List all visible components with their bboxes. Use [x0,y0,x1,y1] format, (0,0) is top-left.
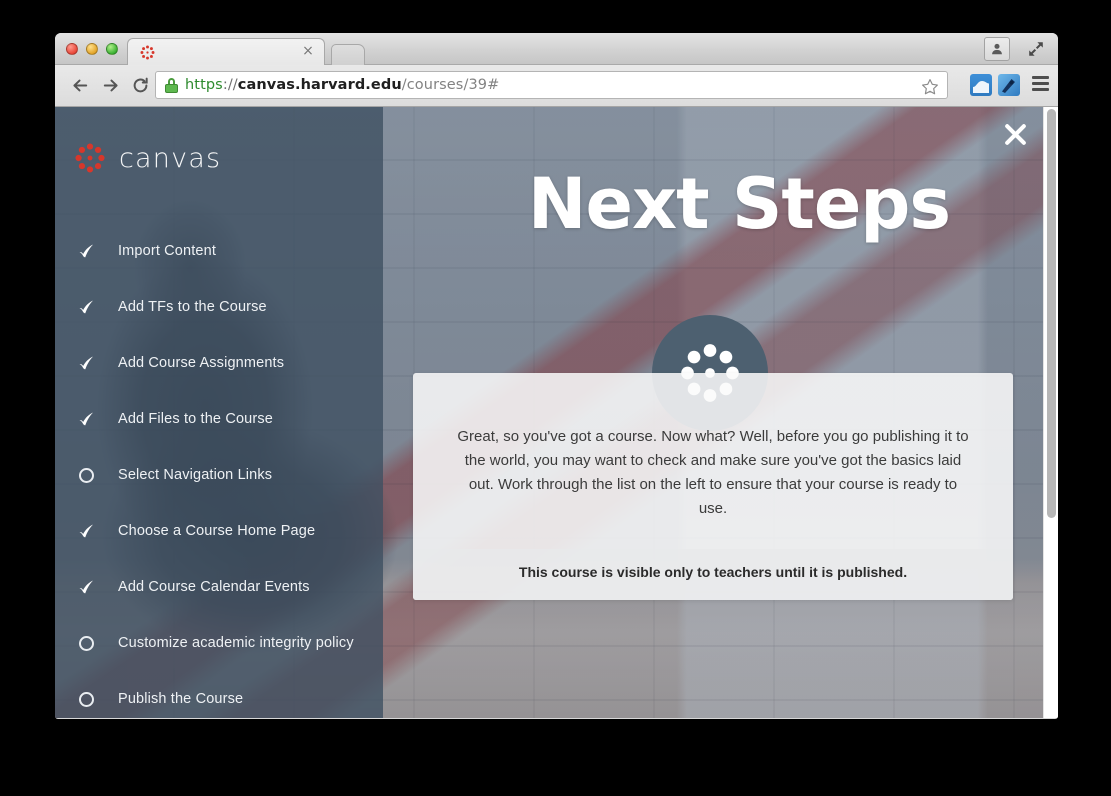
fullscreen-arrows-icon[interactable] [1026,39,1046,59]
checklist-item[interactable]: Publish the Course [55,671,383,718]
url-separator: :// [222,77,238,93]
checklist-item-label: Add TFs to the Course [118,299,267,315]
info-panel-body: Great, so you've got a course. Now what?… [457,428,969,517]
reload-button[interactable] [125,71,155,101]
forward-button[interactable] [95,71,125,101]
window-title-bar: × [55,33,1058,66]
url-path: /courses/39# [401,77,500,93]
page-scrollbar-thumb[interactable] [1047,109,1056,518]
canvas-brand-text: canvas [119,142,222,174]
publish-notice: This course is visible only to teachers … [413,549,1013,600]
checklist-item-label: Import Content [118,243,217,259]
checklist-item[interactable]: Add Course Calendar Events [55,559,383,615]
canvas-brand: canvas [55,135,383,181]
url-host: canvas.harvard.edu [237,77,402,93]
new-tab-button[interactable] [331,44,365,66]
address-bar[interactable]: https://canvas.harvard.edu/courses/39# [155,71,948,99]
check-icon [75,354,97,373]
checklist-item[interactable]: Customize academic integrity policy [55,615,383,671]
check-icon [75,578,97,597]
tab-close-icon[interactable]: × [300,43,316,59]
window-close-button[interactable] [66,43,78,55]
checklist-item-label: Add Course Calendar Events [118,579,310,595]
checklist-item-label: Publish the Course [118,691,244,707]
lock-icon [165,77,178,93]
info-panel: Great, so you've got a course. Now what?… [413,373,1013,600]
extension-icon-blue-window[interactable] [970,74,992,96]
canvas-logo-icon [75,143,105,173]
checklist-sidebar: canvas Import Content Add TFs to the Cour… [55,107,383,718]
checklist-item-label: Choose a Course Home Page [118,523,316,539]
url-text: https://canvas.harvard.edu/courses/39# [185,77,499,93]
window-traffic-lights [66,43,118,55]
page-title: Next Steps [527,163,951,245]
checklist-item-label: Add Files to the Course [118,411,273,427]
empty-circle-icon [75,635,97,651]
next-steps-checklist: Import Content Add TFs to the Course Add C… [55,223,383,718]
checklist-item[interactable]: Import Content [55,223,383,279]
checklist-item[interactable]: Select Navigation Links [55,447,383,503]
page-viewport: canvas Import Content Add TFs to the Cour… [55,107,1058,718]
back-button[interactable] [65,71,95,101]
close-x-icon[interactable] [998,117,1032,151]
checklist-item[interactable]: Add Course Assignments [55,335,383,391]
browser-window: × https://canvas.harvard.edu/courses/39#… [55,33,1058,719]
empty-circle-icon [75,691,97,707]
checklist-item[interactable]: Add Files to the Course [55,391,383,447]
hamburger-menu-icon[interactable] [1032,76,1049,94]
canvas-logo-favicon-icon [140,45,155,60]
browser-toolbar: https://canvas.harvard.edu/courses/39# [55,65,1058,107]
check-icon [75,410,97,429]
check-icon [75,522,97,541]
check-icon [75,242,97,261]
person-icon[interactable] [984,37,1010,61]
checklist-item-label: Select Navigation Links [118,467,273,483]
extension-icon-blue-pen[interactable] [998,74,1020,96]
checklist-item-label: Add Course Assignments [118,355,285,371]
empty-circle-icon [75,467,97,483]
check-icon [75,298,97,317]
window-maximize-button[interactable] [106,43,118,55]
checklist-item[interactable]: Choose a Course Home Page [55,503,383,559]
browser-tab[interactable]: × [127,38,325,66]
page-scrollbar[interactable] [1043,107,1058,718]
window-minimize-button[interactable] [86,43,98,55]
star-icon[interactable] [921,78,939,96]
tab-strip: × [127,38,1058,66]
checklist-item-label: Customize academic integrity policy [118,635,354,651]
checklist-item[interactable]: Add TFs to the Course [55,279,383,335]
url-scheme: https [185,77,223,93]
